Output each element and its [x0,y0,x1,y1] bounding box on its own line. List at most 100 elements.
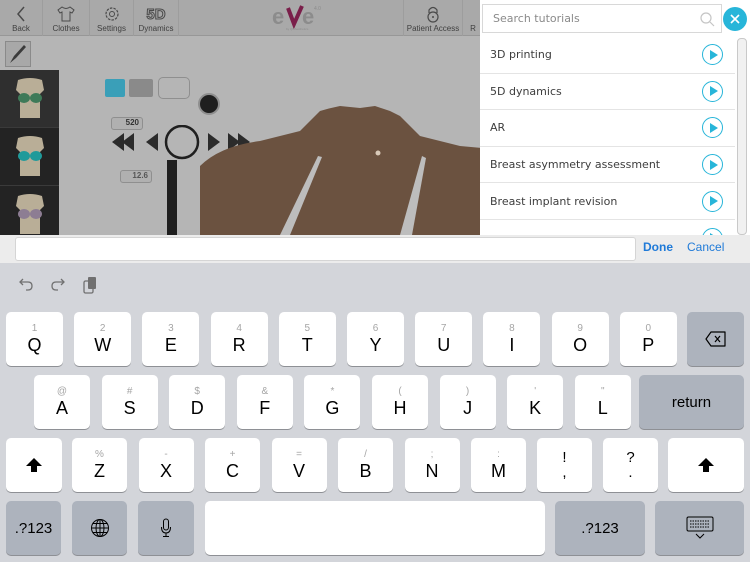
key-alt-char: % [95,449,104,460]
key-k[interactable]: ' K [507,375,564,429]
key-o[interactable]: 9O [551,312,609,366]
cancel-button[interactable]: Cancel [687,240,724,254]
patient-access-button[interactable]: Patient Access [403,0,463,36]
patient-access-label: Patient Access [406,24,460,33]
diameter-value: 12.6 [120,170,152,183]
paste-icon[interactable] [82,275,98,299]
redo-icon[interactable] [50,275,66,297]
svg-text:by QCAesthetics: by QCAesthetics [286,27,309,31]
key-l[interactable]: " L [574,375,631,429]
tutorial-scrollbar[interactable] [737,38,747,235]
key-char: J [463,398,473,418]
volume-dial [164,125,200,160]
key-question-period[interactable]: ? . [603,438,658,492]
shift-key-left[interactable] [6,438,62,492]
key-i[interactable]: 8I [483,312,541,366]
tutorial-item[interactable]: 5D dynamics [480,74,735,111]
key-g[interactable]: * G [304,375,361,429]
key-j[interactable]: ) J [439,375,496,429]
numbers-key-right[interactable]: .?123 [555,501,645,555]
pencil-tool-button[interactable] [5,41,31,67]
play-icon[interactable] [702,190,723,212]
onscreen-keyboard: 1Q2W3E4R5T6Y7U8I9O0P @ A # S $ D & F * G(H) J ' K " L … [0,263,750,562]
clothing-thumbnail-list [0,70,59,235]
key-r[interactable]: 4R [210,312,268,366]
key-char: Y [369,335,382,355]
key-t[interactable]: 5T [278,312,336,366]
key-d[interactable]: $ D [169,375,226,429]
play-icon[interactable] [702,80,723,102]
key-z[interactable]: % Z [72,438,127,492]
tutorial-item[interactable]: 3D printing [480,37,735,74]
3d-model-view[interactable] [200,36,482,235]
back-button[interactable]: Back [0,0,43,36]
lock-icon [426,4,440,24]
undo-icon[interactable] [18,275,34,297]
texture-toggle[interactable] [129,79,153,97]
key-a[interactable]: @ A [34,375,90,429]
key-u[interactable]: 7U [415,312,473,366]
tutorial-item[interactable]: Breast implant revision [480,183,735,220]
key-e[interactable]: 3E [142,312,200,366]
key-c[interactable]: + C [205,438,260,492]
shift-key-right[interactable] [668,438,744,492]
implant-profile-toggle[interactable] [105,79,125,97]
play-icon[interactable] [702,154,723,176]
key-alt-char: $ [194,386,200,397]
key-m[interactable]: :M [471,438,526,492]
clothes-button[interactable]: Clothes [43,0,90,36]
key-exclaim-comma[interactable]: ! , [537,438,592,492]
key-q[interactable]: 1Q [6,312,63,366]
play-icon[interactable] [702,117,723,139]
tutorial-item[interactable]: AR [480,110,735,147]
key-alt-char: * [330,386,335,397]
tutorial-item[interactable]: Breast asymmetry assessment [480,147,735,184]
key-v[interactable]: = V [271,438,327,492]
close-button[interactable] [723,7,747,31]
key-s[interactable]: # S [101,375,158,429]
dismiss-keyboard-key[interactable] [655,501,744,555]
space-key[interactable] [205,501,545,555]
thumbnail-lilac-bra[interactable] [0,186,59,235]
key-alt-char: 9 [577,323,583,334]
key-b[interactable]: / B [338,438,393,492]
key-bottom-char: , [562,464,567,481]
key-char: C [226,461,239,481]
text-input[interactable] [15,237,636,261]
gear-icon [103,4,121,24]
thumbnail-green-bikini[interactable] [0,70,59,128]
close-icon [730,14,740,24]
keyboard-shortcut-bar [0,263,750,307]
slider-track[interactable] [167,160,177,235]
key-char: K [529,398,542,418]
globe-key[interactable] [72,501,127,555]
book-icon[interactable] [158,77,190,99]
key-alt-char: 2 [99,323,106,334]
svg-text:e: e [302,4,314,29]
key-alt-char: ' [534,386,537,397]
key-n[interactable]: ; N [404,438,460,492]
key-x[interactable]: -X [138,438,194,492]
key-f[interactable]: & F [236,375,293,429]
shift-icon [26,458,42,472]
search-tutorials-input[interactable]: Search tutorials [482,4,722,33]
key-char: Q [27,335,42,355]
thumbnail-teal-bikini[interactable] [0,128,59,186]
done-button[interactable]: Done [643,240,673,254]
key-top-char: ? [626,449,635,466]
key-h[interactable]: (H [372,375,428,429]
dictation-key[interactable] [138,501,194,555]
keyboard-dismiss-icon [686,516,713,539]
return-key[interactable]: return [639,375,744,429]
key-char: O [573,335,588,355]
key-alt-char: 7 [440,323,447,334]
key-y[interactable]: 6Y [347,312,404,366]
dynamics-button[interactable]: 5D Dynamics [134,0,179,36]
key-p[interactable]: 0P [619,312,677,366]
key-w[interactable]: 2W [74,312,132,366]
play-icon[interactable] [702,44,723,66]
numbers-key-left[interactable]: .?123 [6,501,61,555]
settings-button[interactable]: Settings [90,0,134,36]
key-alt-char: 5 [304,323,311,334]
delete-key[interactable] [687,312,744,366]
